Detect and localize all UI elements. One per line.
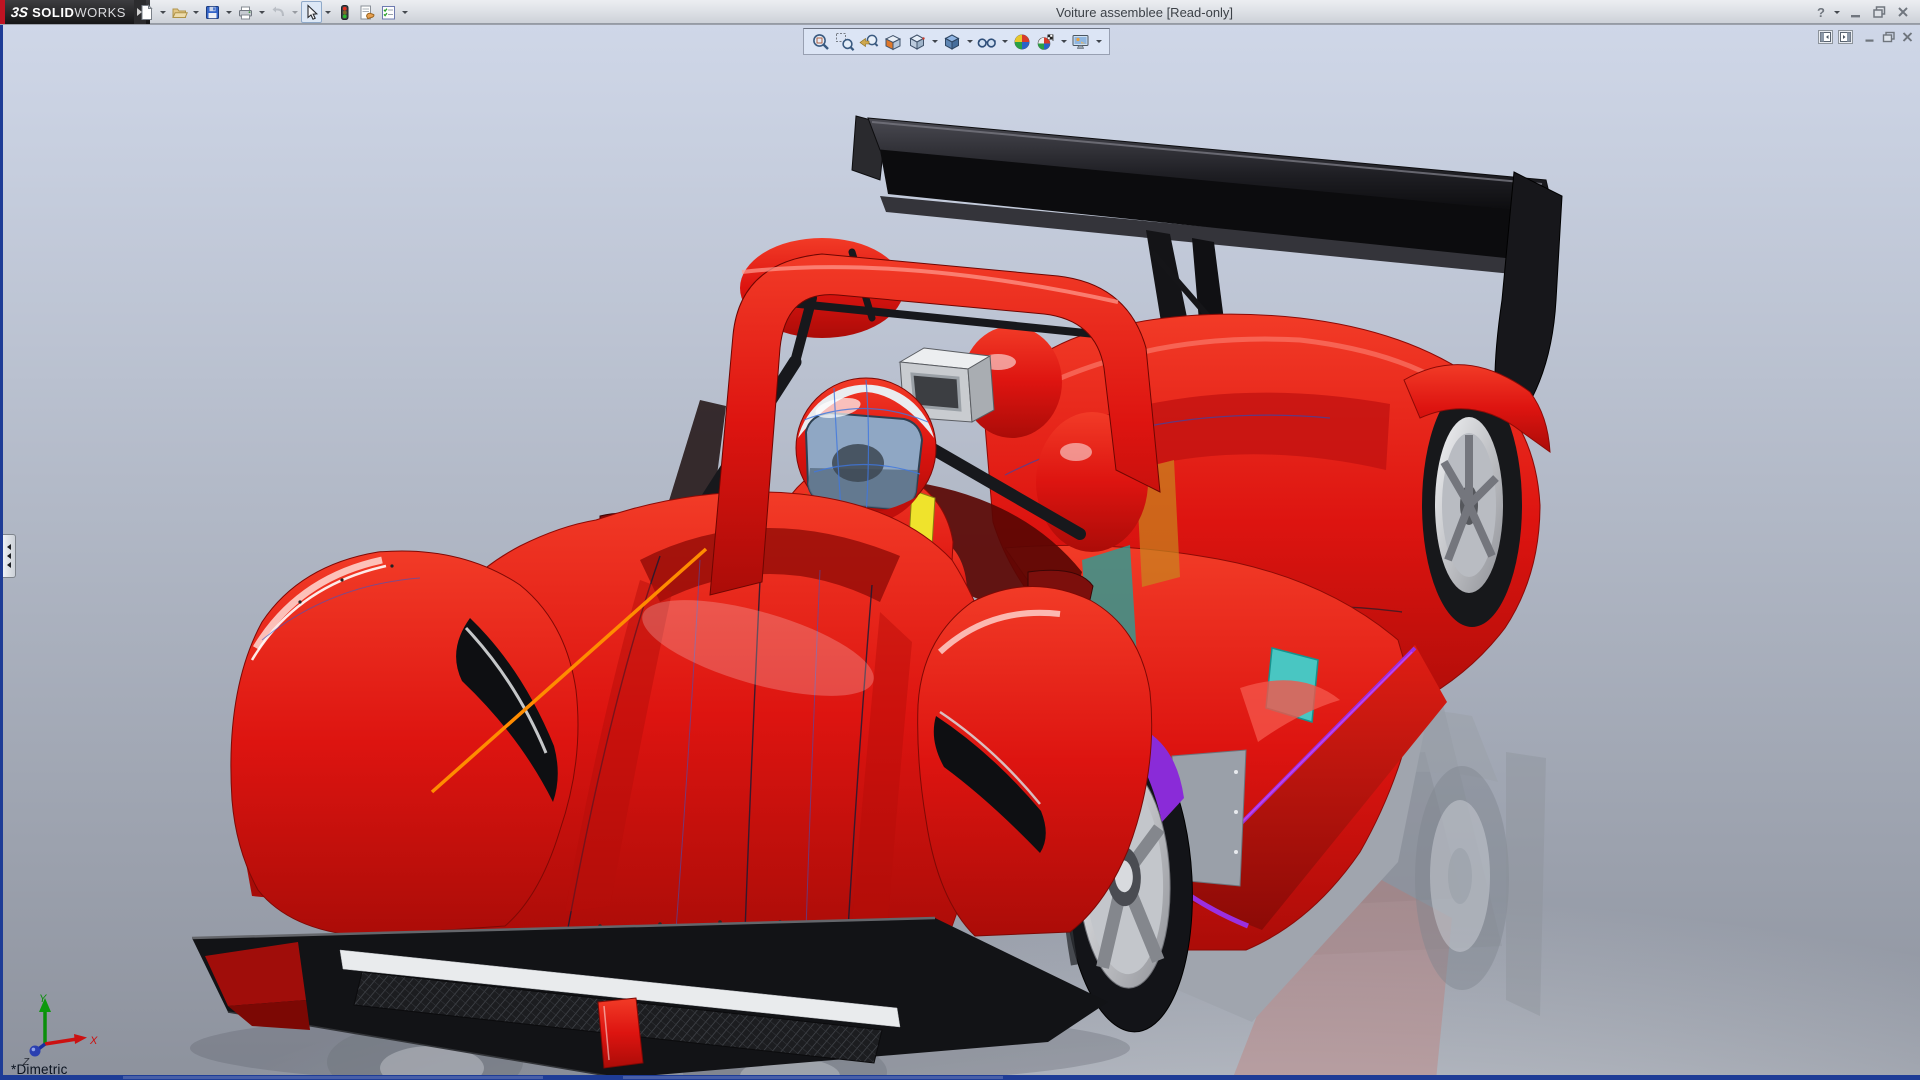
- heads-up-view-toolbar: [803, 28, 1110, 55]
- save-floppy-icon: [204, 4, 221, 21]
- new-document-icon: [138, 4, 155, 21]
- solidworks-logo: 3S SOLIDWORKS: [0, 0, 150, 24]
- split-pane-right-button[interactable]: [1838, 30, 1853, 44]
- display-style-icon: [942, 32, 962, 52]
- split-pane-left-icon: [1820, 32, 1831, 42]
- standard-toolbar: [136, 0, 410, 24]
- triad-x-label: X: [89, 1035, 98, 1047]
- titlebar: 3S SOLIDWORKS: [0, 0, 1920, 24]
- window-controls: ?: [1817, 2, 1910, 22]
- apply-scene-icon: [1036, 32, 1056, 52]
- view-orientation-icon: [907, 32, 927, 52]
- eyeglasses-icon: [977, 32, 997, 52]
- options-dropdown[interactable]: [400, 1, 410, 23]
- view-orientation-dropdown[interactable]: [930, 40, 939, 43]
- collapse-arrow-icon: [7, 553, 11, 559]
- zoom-to-area-button[interactable]: [834, 30, 856, 53]
- zoom-to-area-icon: [835, 32, 855, 52]
- rebuild-stoplight-icon: [336, 4, 353, 21]
- view-orientation-button[interactable]: [906, 30, 928, 53]
- undo-dropdown[interactable]: [290, 1, 300, 23]
- collapse-arrow-icon: [7, 562, 11, 568]
- print-icon: [237, 4, 254, 21]
- hide-show-items-button[interactable]: [976, 30, 998, 53]
- save-button[interactable]: [202, 1, 223, 23]
- save-dropdown[interactable]: [224, 1, 234, 23]
- display-style-button[interactable]: [941, 30, 963, 53]
- undo-icon: [270, 4, 287, 21]
- previous-view-button[interactable]: [858, 30, 880, 53]
- collapse-arrow-icon: [7, 544, 11, 550]
- document-minimize-button[interactable]: [1864, 31, 1877, 43]
- edit-appearance-button[interactable]: [1011, 30, 1033, 53]
- window-title: Voiture assemblee [Read-only]: [1056, 5, 1233, 20]
- options-checklist-icon: [380, 4, 397, 21]
- options-button[interactable]: [378, 1, 399, 23]
- logo-brand-bold: SOLID: [32, 5, 74, 20]
- view-settings-monitor-icon: [1071, 32, 1091, 52]
- view-settings-button[interactable]: [1070, 30, 1092, 53]
- window-bottom-border: [3, 1075, 1920, 1080]
- select-tool-button[interactable]: [301, 1, 322, 23]
- select-tool-dropdown[interactable]: [323, 1, 333, 23]
- select-cursor-icon: [303, 4, 320, 21]
- print-dropdown[interactable]: [257, 1, 267, 23]
- apply-scene-button[interactable]: [1035, 30, 1057, 53]
- hide-show-items-dropdown[interactable]: [1000, 40, 1009, 43]
- restore-button[interactable]: [1872, 5, 1887, 19]
- graphics-viewport[interactable]: Y X Z *Dimetric: [0, 25, 1920, 1080]
- 3d-scene: [0, 25, 1920, 1080]
- logo-mark: 3S: [4, 4, 33, 20]
- file-properties-button[interactable]: [356, 1, 377, 23]
- new-document-dropdown[interactable]: [158, 1, 168, 23]
- document-restore-button[interactable]: [1882, 31, 1896, 43]
- solidworks-window: 3S SOLIDWORKS: [0, 0, 1920, 1080]
- rebuild-button[interactable]: [334, 1, 355, 23]
- close-button[interactable]: [1896, 5, 1910, 19]
- help-dropdown[interactable]: [1834, 11, 1840, 14]
- logo-brand-light: WORKS: [74, 5, 126, 20]
- previous-view-icon: [859, 32, 879, 52]
- print-button[interactable]: [235, 1, 256, 23]
- front-left-fender: [231, 551, 578, 936]
- open-button[interactable]: [169, 1, 190, 23]
- apply-scene-dropdown[interactable]: [1059, 40, 1068, 43]
- display-style-dropdown[interactable]: [965, 40, 974, 43]
- file-properties-icon: [358, 4, 375, 21]
- section-view-button[interactable]: [882, 30, 904, 53]
- document-window-controls: [1818, 30, 1914, 44]
- zoom-to-fit-icon: [811, 32, 831, 52]
- open-folder-icon: [171, 4, 188, 21]
- reference-triad: Y X Z: [19, 992, 99, 1066]
- split-pane-left-button[interactable]: [1818, 30, 1833, 44]
- open-dropdown[interactable]: [191, 1, 201, 23]
- zoom-to-fit-button[interactable]: [810, 30, 832, 53]
- minimize-button[interactable]: [1849, 5, 1863, 19]
- document-close-button[interactable]: [1901, 31, 1914, 43]
- section-view-icon: [883, 32, 903, 52]
- appearance-ball-icon: [1012, 32, 1032, 52]
- split-pane-right-icon: [1840, 32, 1851, 42]
- view-settings-dropdown[interactable]: [1094, 40, 1103, 43]
- featuremanager-collapsed-tab[interactable]: [3, 534, 16, 578]
- undo-button[interactable]: [268, 1, 289, 23]
- help-button[interactable]: ?: [1817, 5, 1825, 20]
- new-document-button[interactable]: [136, 1, 157, 23]
